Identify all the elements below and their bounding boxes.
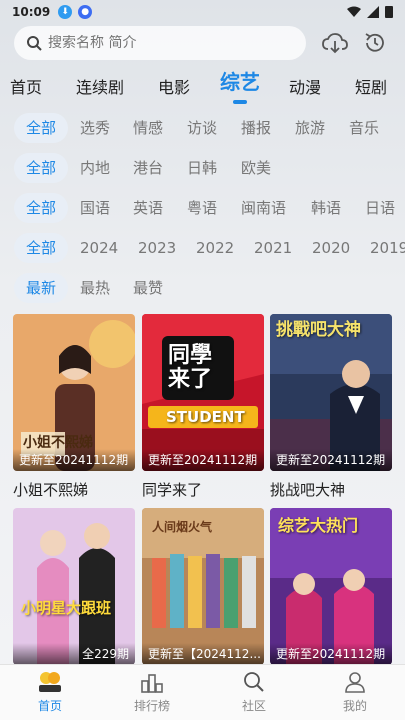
show-poster[interactable]: 同學来了 STUDENT 更新至20241112期 [142,314,264,471]
battery-icon [385,6,393,18]
update-badge: 更新至20241112期 [13,449,135,471]
tab-home[interactable]: 首页 [10,74,42,98]
nav-home-label: 首页 [37,699,62,713]
filter-type-all[interactable]: 全部 [14,113,69,143]
tab-series[interactable]: 连续剧 [76,74,124,98]
status-icons [347,5,393,18]
ranking-icon [139,669,165,695]
category-tabs: 首页 连续剧 电影 综艺 动漫 短剧 [0,68,405,104]
poster-title-text: 挑戰吧大神 [276,320,361,340]
nav-ranking-label: 排行榜 [133,699,170,713]
search-input[interactable] [48,35,288,51]
show-card[interactable]: 同學来了 STUDENT 更新至20241112期 同学来了 [142,314,264,500]
episode-count-badge: 全229期 [13,643,135,665]
sort-hottest[interactable]: 最热 [80,273,110,303]
poster-subtitle-text: STUDENT [166,408,245,426]
update-badge: 更新至20241112期 [270,449,392,471]
poster-title-text: 小明星大跟班 [21,599,112,617]
filter-region-western[interactable]: 欧美 [241,153,271,183]
update-badge: 更新至20241112期 [142,449,264,471]
show-poster[interactable]: 挑戰吧大神 更新至20241112期 [270,314,392,471]
history-icon[interactable] [360,28,390,58]
filter-type-travel[interactable]: 旅游 [295,113,325,143]
poster-title-text: 人间烟火气 [152,520,213,534]
nav-community-label: 社区 [241,699,266,713]
show-poster[interactable]: 小明星大跟班 全229期 [13,508,135,665]
nav-ranking[interactable]: 排行榜 [122,669,182,714]
update-badge: 更新至20241112期 [270,643,392,665]
filter-row-year: 全部 2024 2023 2022 2021 2020 2019 [0,233,405,263]
sort-latest[interactable]: 最新 [14,273,69,303]
filter-lang-japanese[interactable]: 日语 [365,193,395,223]
filter-row-region: 全部 内地 港台 日韩 欧美 [0,153,405,183]
filter-type-news[interactable]: 播报 [241,113,271,143]
active-tab-indicator [233,100,247,104]
wifi-icon [347,6,361,17]
filter-type-talent[interactable]: 选秀 [80,113,110,143]
filter-year-2024[interactable]: 2024 [80,233,118,263]
filter-region-mainland[interactable]: 内地 [80,153,110,183]
download-notification-icon: ⬇ [58,5,73,19]
nav-home[interactable]: 首页 [20,669,80,714]
poster-image [13,508,135,665]
home-logo-icon [37,669,63,695]
search-community-icon [241,669,267,695]
search-bar-row [14,26,394,60]
show-title[interactable]: 同学来了 [142,479,264,500]
tab-variety[interactable]: 综艺 [220,66,260,95]
filter-type-music[interactable]: 音乐 [349,113,379,143]
tab-movie[interactable]: 电影 [158,74,190,98]
tab-anime[interactable]: 动漫 [289,74,321,98]
nav-community[interactable]: 社区 [224,669,284,714]
filter-lang-korean[interactable]: 韩语 [311,193,341,223]
filter-type-interview[interactable]: 访谈 [187,113,217,143]
poster-image [142,314,264,471]
filter-year-2021[interactable]: 2021 [254,233,292,263]
show-card[interactable]: 小姐不熙娣 更新至20241112期 小姐不熙娣 [13,314,135,500]
filter-region-hktw[interactable]: 港台 [133,153,163,183]
show-poster[interactable]: 小姐不熙娣 更新至20241112期 [13,314,135,471]
nav-mine[interactable]: 我的 [325,669,385,714]
filter-row-type: 全部 选秀 情感 访谈 播报 旅游 音乐 [0,113,405,143]
signal-icon [367,5,379,18]
update-badge: 更新至【2024112... [142,643,264,665]
cloud-download-icon[interactable] [320,28,350,58]
show-poster[interactable]: 人间烟火气 更新至【2024112... [142,508,264,665]
filter-row-sort: 最新 最热 最赞 [0,273,405,303]
filter-lang-english[interactable]: 英语 [133,193,163,223]
show-title[interactable]: 挑战吧大神 [270,479,392,500]
filter-year-all[interactable]: 全部 [14,233,69,263]
filter-lang-cantonese[interactable]: 粤语 [187,193,217,223]
filter-year-2020[interactable]: 2020 [312,233,350,263]
show-title[interactable]: 小姐不熙娣 [13,479,135,500]
show-poster[interactable]: 综艺大热门 更新至20241112期 [270,508,392,665]
filter-year-2023[interactable]: 2023 [138,233,176,263]
filter-type-romance[interactable]: 情感 [133,113,163,143]
filter-row-language: 全部 国语 英语 粤语 闽南语 韩语 日语 [0,193,405,223]
filter-lang-all[interactable]: 全部 [14,193,69,223]
filter-lang-minnan[interactable]: 闽南语 [241,193,286,223]
sort-most-liked[interactable]: 最赞 [133,273,163,303]
filter-region-jpkr[interactable]: 日韩 [187,153,217,183]
status-time: 10:09 [12,5,51,19]
show-card[interactable]: 人间烟火气 更新至【2024112... [142,508,264,665]
search-box[interactable] [14,26,306,60]
user-icon [342,669,368,695]
nav-mine-label: 我的 [342,699,367,713]
filter-year-2022[interactable]: 2022 [196,233,234,263]
poster-title-text: 综艺大热门 [278,516,359,535]
app-notification-icon: ● [78,5,93,19]
show-card[interactable]: 小明星大跟班 全229期 [13,508,135,665]
search-icon [27,36,42,51]
filter-region-all[interactable]: 全部 [14,153,69,183]
filter-year-2019[interactable]: 2019 [370,233,405,263]
filter-lang-mandarin[interactable]: 国语 [80,193,110,223]
show-card[interactable]: 挑戰吧大神 更新至20241112期 挑战吧大神 [270,314,392,500]
bottom-navigation: 首页 排行榜 社区 我的 [0,664,405,720]
status-bar: 10:09 ⬇ ● [0,0,405,24]
tab-short-drama[interactable]: 短剧 [355,74,387,98]
show-card[interactable]: 综艺大热门 更新至20241112期 [270,508,392,665]
poster-title-text: 同學来了 [168,343,213,392]
